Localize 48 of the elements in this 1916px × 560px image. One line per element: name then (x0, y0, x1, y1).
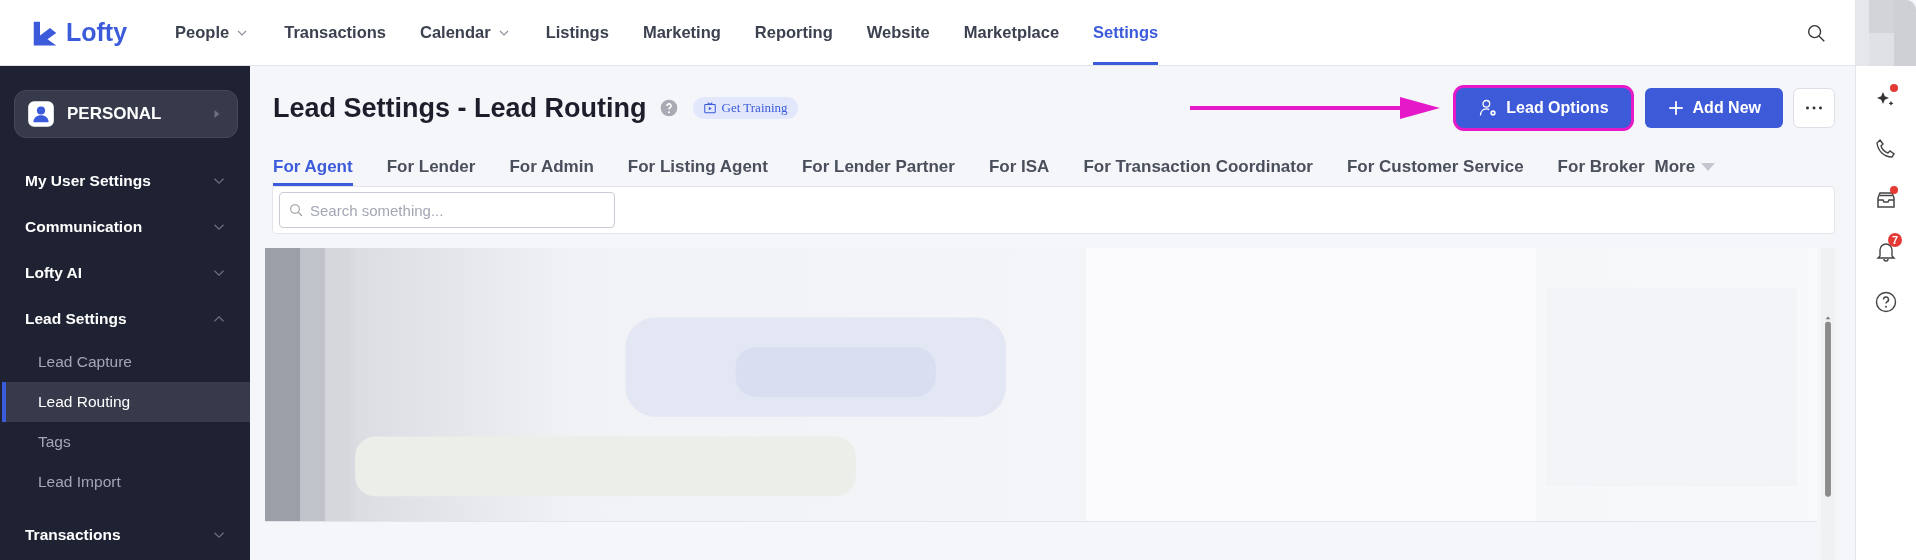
sidebar-item[interactable]: Lead Import (2, 462, 250, 502)
nav-item[interactable]: Marketplace (963, 0, 1060, 65)
section-label: Lofty AI (25, 264, 83, 282)
notification-badge: 7 (1888, 233, 1902, 247)
ellipsis-icon (1806, 106, 1822, 110)
nav-item[interactable]: Listings (545, 0, 609, 65)
nav-item[interactable]: Calendar (420, 0, 512, 65)
nav-item[interactable]: Settings (1093, 0, 1159, 65)
search-icon (288, 202, 304, 218)
brand-name: Lofty (66, 18, 128, 47)
video-icon (702, 101, 717, 115)
section-label: My User Settings (25, 172, 151, 190)
plus-icon (1666, 99, 1685, 117)
page-title: Lead Settings - Lead Routing (273, 92, 647, 124)
nav-item[interactable]: Transactions (284, 0, 386, 65)
role-tab[interactable]: For Broker (1557, 150, 1645, 186)
person-icon (27, 100, 55, 128)
nav-item[interactable]: Reporting (754, 0, 833, 65)
training-link[interactable]: Get Training (692, 97, 798, 119)
section-label: Lead Settings (25, 310, 127, 328)
nav-item[interactable]: Website (866, 0, 930, 65)
role-tab[interactable]: For Lender (386, 150, 476, 186)
section-label: Communication (25, 218, 143, 236)
sidebar-section[interactable]: Lead Settings (0, 296, 250, 342)
nav-item[interactable]: People (175, 0, 251, 65)
section-label: Transactions (25, 526, 121, 544)
add-new-button[interactable]: Add New (1644, 88, 1783, 128)
sidebar-item[interactable]: Lead Capture (2, 342, 250, 382)
sidebar-section[interactable]: Communication (0, 204, 250, 250)
role-tab[interactable]: For Lender Partner (801, 150, 955, 186)
sidebar-item[interactable]: Lead Routing (2, 382, 250, 422)
account-label: PERSONAL (67, 104, 162, 124)
sidebar-section[interactable]: Lofty AI (0, 250, 250, 296)
role-tab[interactable]: More (1654, 150, 1716, 186)
role-tab[interactable]: For Transaction Coordinator (1083, 150, 1313, 186)
role-tab[interactable]: For ISA (988, 150, 1050, 186)
help-icon[interactable] (1874, 289, 1898, 314)
search-field[interactable]: Search something... (279, 192, 615, 228)
user-gear-icon (1478, 98, 1499, 118)
account-switcher[interactable]: PERSONAL (14, 90, 238, 138)
sidebar-section[interactable]: Transactions (0, 512, 250, 558)
nav-item[interactable]: Marketing (642, 0, 721, 65)
lead-options-button[interactable]: Lead Options (1456, 88, 1631, 128)
sidebar-item[interactable]: Tags (2, 422, 250, 462)
role-tab[interactable]: For Admin (509, 150, 594, 186)
sidebar-section[interactable]: My User Settings (0, 158, 250, 204)
role-tab[interactable]: For Listing Agent (627, 150, 768, 186)
role-tab[interactable]: For Customer Service (1346, 150, 1524, 186)
